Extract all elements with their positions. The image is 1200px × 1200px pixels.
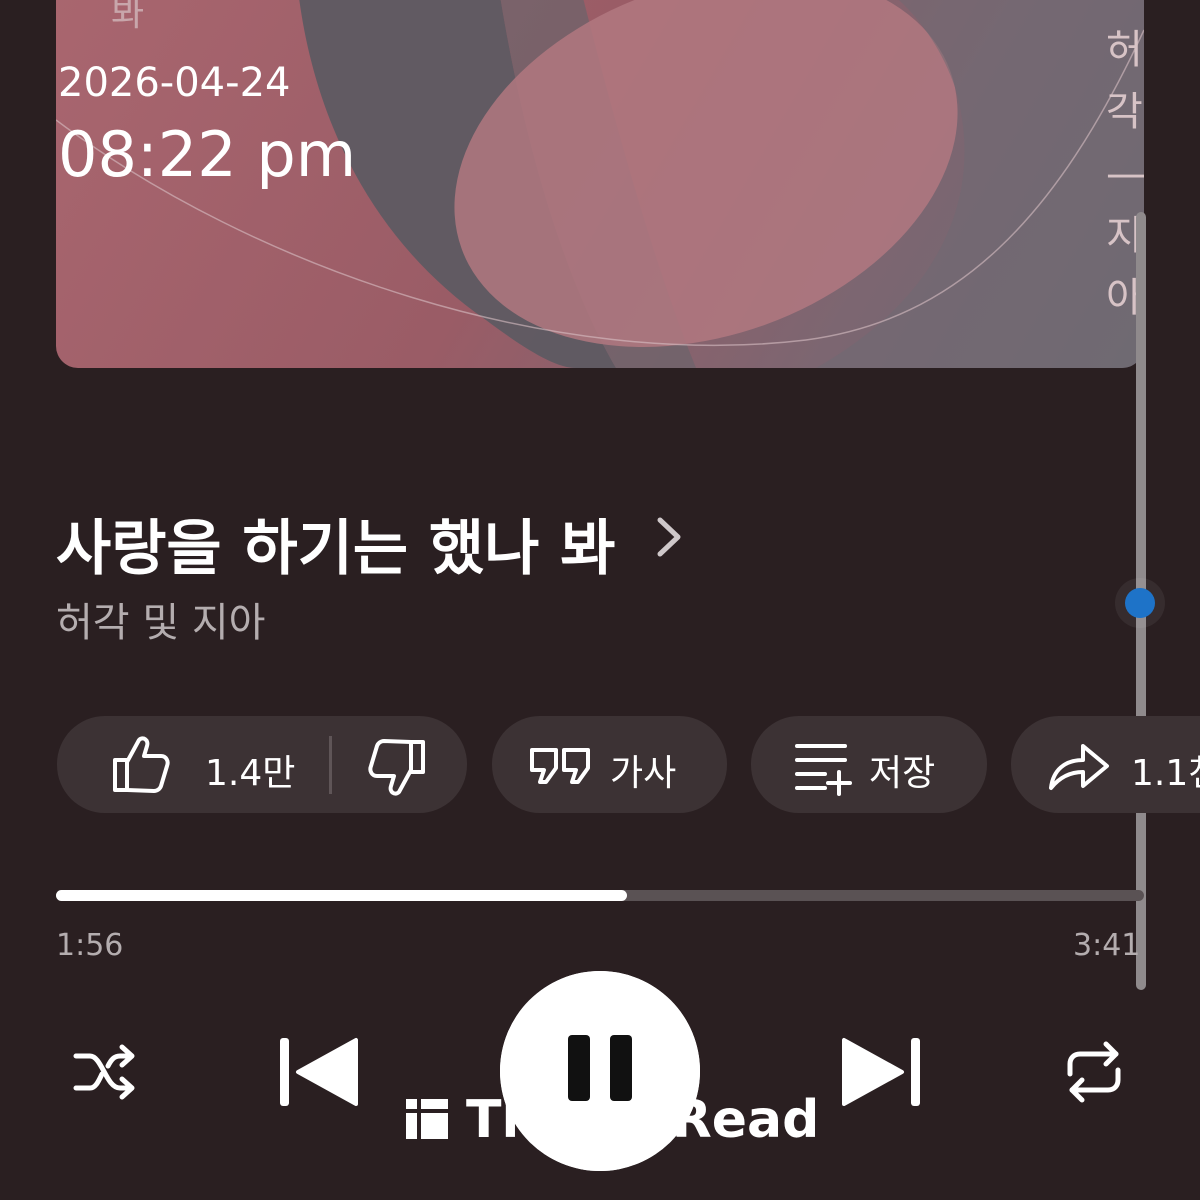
- thumbs-up-icon[interactable]: [109, 732, 171, 800]
- save-button[interactable]: 저장: [751, 716, 987, 813]
- share-icon: [1047, 740, 1111, 796]
- share-button[interactable]: 1.1천: [1011, 716, 1200, 813]
- thumbs-down-icon[interactable]: [367, 736, 429, 804]
- song-title[interactable]: 사랑을 하기는 했나 봐: [56, 500, 615, 587]
- art-text-char: 허: [1106, 27, 1143, 73]
- lyrics-button[interactable]: 가사: [492, 716, 727, 813]
- art-text-char: 각: [1106, 89, 1143, 135]
- save-label: 저장: [869, 753, 936, 794]
- lyrics-label: 가사: [610, 753, 677, 794]
- shuffle-icon[interactable]: [72, 1042, 138, 1106]
- overlay-date: 2026-04-24: [58, 60, 291, 106]
- total-duration: 3:41: [1073, 928, 1141, 963]
- watermark-logo-icon: [404, 1097, 450, 1145]
- pause-glyph: [566, 1033, 634, 1107]
- art-top-text: 봐: [111, 0, 145, 34]
- like-dislike-pill: 1.4만: [57, 716, 467, 813]
- like-count: 1.4만: [205, 753, 296, 794]
- previous-icon[interactable]: [278, 1036, 360, 1112]
- chevron-right-icon[interactable]: [650, 512, 690, 566]
- progress-fill: [56, 890, 627, 901]
- repeat-icon[interactable]: [1062, 1040, 1126, 1108]
- artist-name[interactable]: 허각 및 지아: [56, 590, 265, 648]
- overlay-time: 08:22 pm: [58, 118, 357, 191]
- share-count: 1.1천: [1131, 753, 1200, 794]
- next-icon[interactable]: [840, 1036, 922, 1112]
- scrollbar-thumb[interactable]: [1125, 588, 1155, 618]
- art-text-char: —: [1106, 151, 1144, 197]
- elapsed-time: 1:56: [56, 928, 124, 963]
- playlist-add-icon: [793, 740, 853, 800]
- lyrics-quote-icon: [528, 746, 594, 790]
- pill-divider: [329, 736, 332, 794]
